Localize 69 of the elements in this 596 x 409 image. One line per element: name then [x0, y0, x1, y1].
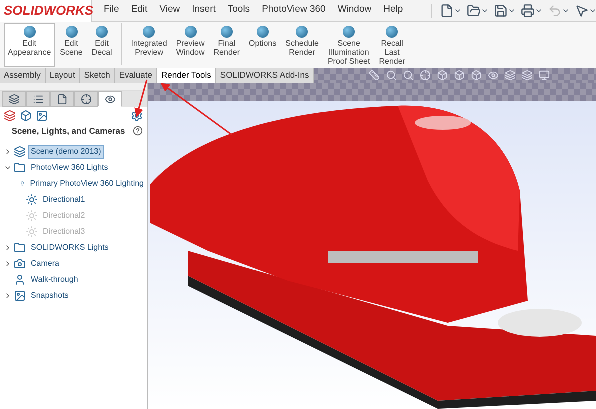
- menu-item[interactable]: Tools: [228, 3, 250, 18]
- cube-icon[interactable]: [471, 70, 482, 81]
- menu-item[interactable]: File: [104, 3, 120, 18]
- tree-item[interactable]: Primary PhotoView 360 Lighting: [27, 176, 147, 191]
- menu-item[interactable]: Insert: [192, 3, 216, 18]
- tree-item[interactable]: Snapshots: [28, 288, 72, 303]
- save-icon[interactable]: [494, 4, 508, 18]
- dim-tab-icon: [80, 94, 92, 104]
- display-tab-icon: [104, 94, 116, 104]
- config-tab-icon: [56, 94, 68, 104]
- panel-tab[interactable]: [74, 91, 98, 107]
- panel-tab[interactable]: [2, 91, 26, 107]
- tab[interactable]: Render Tools: [157, 68, 216, 83]
- eye-icon[interactable]: [488, 70, 499, 81]
- expander-icon[interactable]: [4, 292, 12, 300]
- app-logo: SOLIDWORKS: [0, 0, 92, 22]
- new-document-icon[interactable]: [440, 4, 454, 18]
- print-icon[interactable]: [521, 4, 536, 18]
- panel-tab[interactable]: [26, 91, 50, 107]
- camera-icon: [14, 258, 26, 270]
- ribbon-button[interactable]: Options: [245, 23, 281, 67]
- ribbon-button[interactable]: Schedule Render: [282, 23, 323, 67]
- feature-tab-icon: [8, 94, 20, 104]
- search-icon[interactable]: [386, 70, 397, 81]
- ribbon-button[interactable]: Edit Scene: [56, 23, 87, 67]
- tree-item[interactable]: Camera: [28, 256, 62, 271]
- zoom-icon[interactable]: [403, 70, 414, 81]
- walk-icon: [14, 274, 26, 286]
- expander-icon[interactable]: [4, 148, 12, 156]
- folder-icon: [14, 242, 26, 254]
- tree-item[interactable]: Scene (demo 2013): [28, 144, 104, 159]
- ribbon-button[interactable]: Scene Illumination Proof Sheet: [324, 23, 374, 67]
- monitor-icon[interactable]: [539, 70, 550, 81]
- scene-settings-icon[interactable]: [131, 110, 143, 122]
- panel-tab[interactable]: [50, 91, 74, 107]
- help-icon[interactable]: [133, 126, 143, 136]
- expander-icon[interactable]: [4, 244, 12, 252]
- ribbon-button[interactable]: Recall Last Render: [375, 23, 410, 67]
- tree-item[interactable]: Directional1: [40, 192, 88, 207]
- light-icon: [26, 226, 38, 238]
- target-icon[interactable]: [420, 70, 431, 81]
- annotation-arrow: [134, 80, 148, 118]
- light-icon: [26, 194, 38, 206]
- decal-icon[interactable]: [20, 110, 32, 122]
- snapshot-icon: [14, 290, 26, 302]
- ribbon-button[interactable]: Edit Appearance: [4, 23, 56, 67]
- tree-item[interactable]: Walk-through: [28, 272, 82, 287]
- tree-item[interactable]: PhotoView 360 Lights: [28, 160, 112, 175]
- box-icon[interactable]: [437, 70, 448, 81]
- light-icon: [26, 210, 38, 222]
- ruler-icon[interactable]: [369, 70, 380, 81]
- ribbon-button[interactable]: Preview Window: [172, 23, 209, 67]
- panel-title: Scene, Lights, and Cameras: [10, 125, 126, 138]
- folder-icon: [14, 162, 26, 174]
- expander-icon[interactable]: [4, 260, 12, 268]
- ribbon-button[interactable]: Edit Decal: [88, 23, 116, 67]
- menu-item[interactable]: View: [160, 3, 180, 18]
- pointer-icon[interactable]: [575, 4, 590, 18]
- tree-item[interactable]: SOLIDWORKS Lights: [28, 240, 112, 255]
- open-folder-icon[interactable]: [467, 4, 482, 18]
- ribbon-button[interactable]: Final Render: [210, 23, 244, 67]
- menu-item[interactable]: Edit: [131, 3, 148, 18]
- ribbon-button[interactable]: Integrated Preview: [127, 23, 172, 67]
- menu-item[interactable]: PhotoView 360: [262, 3, 326, 18]
- menu-item[interactable]: Help: [384, 3, 404, 18]
- panel-tab[interactable]: [98, 91, 122, 107]
- menu-item[interactable]: Window: [338, 3, 372, 18]
- annotation-arrow: [160, 83, 232, 136]
- panel-grip-bar[interactable]: [0, 83, 147, 91]
